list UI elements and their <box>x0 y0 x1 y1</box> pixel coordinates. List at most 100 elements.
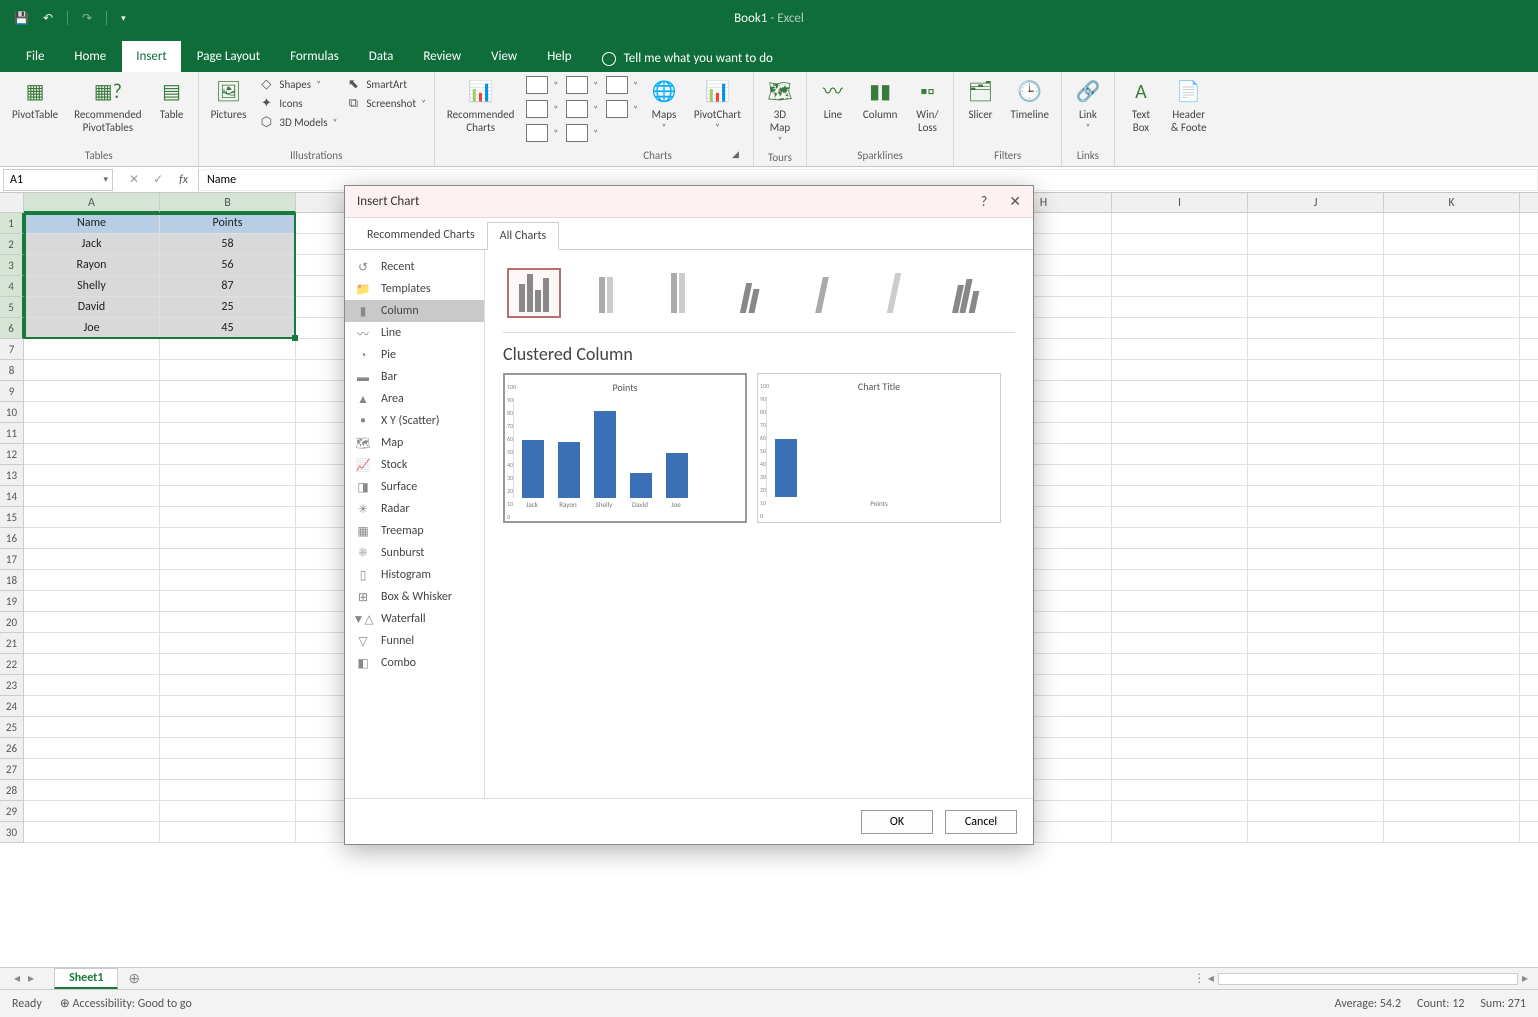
cell[interactable] <box>1384 780 1520 801</box>
cell[interactable] <box>1520 339 1538 360</box>
tab-review[interactable]: Review <box>409 41 475 72</box>
row-header-2[interactable]: 2 <box>0 234 24 255</box>
timeline-button[interactable]: 🕒Timeline <box>1006 76 1052 123</box>
cell[interactable] <box>160 570 296 591</box>
cell[interactable] <box>1520 423 1538 444</box>
qat-customize-icon[interactable]: ▾ <box>121 13 126 24</box>
cell[interactable] <box>160 738 296 759</box>
cell[interactable] <box>24 675 160 696</box>
cell[interactable] <box>160 717 296 738</box>
cell[interactable]: Jack <box>24 234 160 255</box>
cell[interactable] <box>1112 213 1248 234</box>
cell[interactable] <box>1112 801 1248 822</box>
cell[interactable] <box>1520 780 1538 801</box>
cell[interactable] <box>1248 234 1384 255</box>
chart-type-area[interactable]: ▲Area <box>345 388 484 410</box>
cell[interactable] <box>160 528 296 549</box>
cell[interactable] <box>1248 213 1384 234</box>
cell[interactable] <box>1520 465 1538 486</box>
chart-type-templates[interactable]: 📁Templates <box>345 278 484 300</box>
cell[interactable] <box>24 822 160 843</box>
cell[interactable] <box>1112 423 1248 444</box>
row-header-25[interactable]: 25 <box>0 717 24 738</box>
cell[interactable] <box>160 801 296 822</box>
cell[interactable] <box>1112 675 1248 696</box>
cell[interactable] <box>1520 360 1538 381</box>
column-header-J[interactable]: J <box>1248 193 1384 213</box>
link-button[interactable]: 🔗Link˅ <box>1070 76 1106 136</box>
cell[interactable] <box>1384 234 1520 255</box>
cell[interactable] <box>1112 444 1248 465</box>
cell[interactable] <box>1248 612 1384 633</box>
cell[interactable] <box>1112 654 1248 675</box>
chart-scatter-dropdown[interactable]: ˅ <box>606 76 638 94</box>
slicer-button[interactable]: 🗂Slicer <box>962 76 998 123</box>
chart-pie-dropdown[interactable]: ˅ <box>526 124 558 142</box>
sparkline-line-button[interactable]: 〰Line <box>815 76 851 123</box>
chart-preview-1[interactable]: Points 1009080706050403020100 JackRayonS… <box>503 373 747 523</box>
cell[interactable]: Name <box>24 213 160 234</box>
row-header-21[interactable]: 21 <box>0 633 24 654</box>
cell[interactable] <box>24 654 160 675</box>
cell[interactable] <box>160 675 296 696</box>
chart-combo-dropdown[interactable]: ˅ <box>566 124 598 142</box>
cell[interactable] <box>1384 297 1520 318</box>
cell[interactable] <box>24 528 160 549</box>
cell[interactable] <box>1112 255 1248 276</box>
cell[interactable] <box>1112 612 1248 633</box>
cell[interactable] <box>1520 801 1538 822</box>
cell[interactable] <box>1520 381 1538 402</box>
chart-type-stock[interactable]: 📈Stock <box>345 454 484 476</box>
row-header-13[interactable]: 13 <box>0 465 24 486</box>
row-header-24[interactable]: 24 <box>0 696 24 717</box>
cell[interactable] <box>1384 255 1520 276</box>
cell[interactable] <box>24 696 160 717</box>
cell[interactable] <box>1384 402 1520 423</box>
cell[interactable] <box>1112 465 1248 486</box>
subtype-100-stacked-column[interactable] <box>651 268 705 318</box>
cell[interactable] <box>24 633 160 654</box>
cell[interactable]: David <box>24 297 160 318</box>
cell[interactable] <box>1520 822 1538 843</box>
cell[interactable] <box>1248 423 1384 444</box>
maps-button[interactable]: 🌐Maps˅ <box>646 76 682 136</box>
cell[interactable] <box>1248 402 1384 423</box>
fx-icon[interactable]: fx <box>179 173 198 187</box>
cell[interactable] <box>1520 633 1538 654</box>
cell[interactable] <box>1248 528 1384 549</box>
cell[interactable] <box>24 507 160 528</box>
sheet-nav-first-icon[interactable]: ◂ <box>14 971 20 986</box>
cell[interactable] <box>24 801 160 822</box>
cell[interactable] <box>1248 360 1384 381</box>
select-all-button[interactable] <box>0 193 24 213</box>
add-sheet-button[interactable]: ⊕ <box>128 970 140 987</box>
cell[interactable] <box>24 402 160 423</box>
subtype-stacked-column[interactable] <box>579 268 633 318</box>
cell[interactable] <box>1248 339 1384 360</box>
chart-type-combo[interactable]: ◧Combo <box>345 652 484 674</box>
cell[interactable] <box>1248 486 1384 507</box>
cell[interactable] <box>24 780 160 801</box>
redo-icon[interactable]: ↷ <box>82 11 92 26</box>
cell[interactable] <box>1384 339 1520 360</box>
cell[interactable] <box>160 759 296 780</box>
cell[interactable] <box>1112 318 1248 339</box>
row-header-18[interactable]: 18 <box>0 570 24 591</box>
tab-recommended-charts[interactable]: Recommended Charts <box>355 222 487 249</box>
cell[interactable]: 45 <box>160 318 296 339</box>
horizontal-scroll-right-icon[interactable]: ▸ <box>1522 971 1528 986</box>
cell[interactable] <box>1384 570 1520 591</box>
horizontal-scrollbar[interactable] <box>1218 973 1518 985</box>
cell[interactable] <box>1248 822 1384 843</box>
row-header-26[interactable]: 26 <box>0 738 24 759</box>
cell[interactable] <box>1248 318 1384 339</box>
cell[interactable] <box>1112 591 1248 612</box>
row-header-29[interactable]: 29 <box>0 801 24 822</box>
pivot-chart-button[interactable]: 📊PivotChart˅ <box>690 76 745 136</box>
cell[interactable] <box>24 549 160 570</box>
chart-type-waterfall[interactable]: ▼△Waterfall <box>345 608 484 630</box>
chart-type-histogram[interactable]: ▯Histogram <box>345 564 484 586</box>
cell[interactable] <box>1520 717 1538 738</box>
cell[interactable] <box>1384 591 1520 612</box>
text-box-button[interactable]: AText Box <box>1123 76 1159 136</box>
